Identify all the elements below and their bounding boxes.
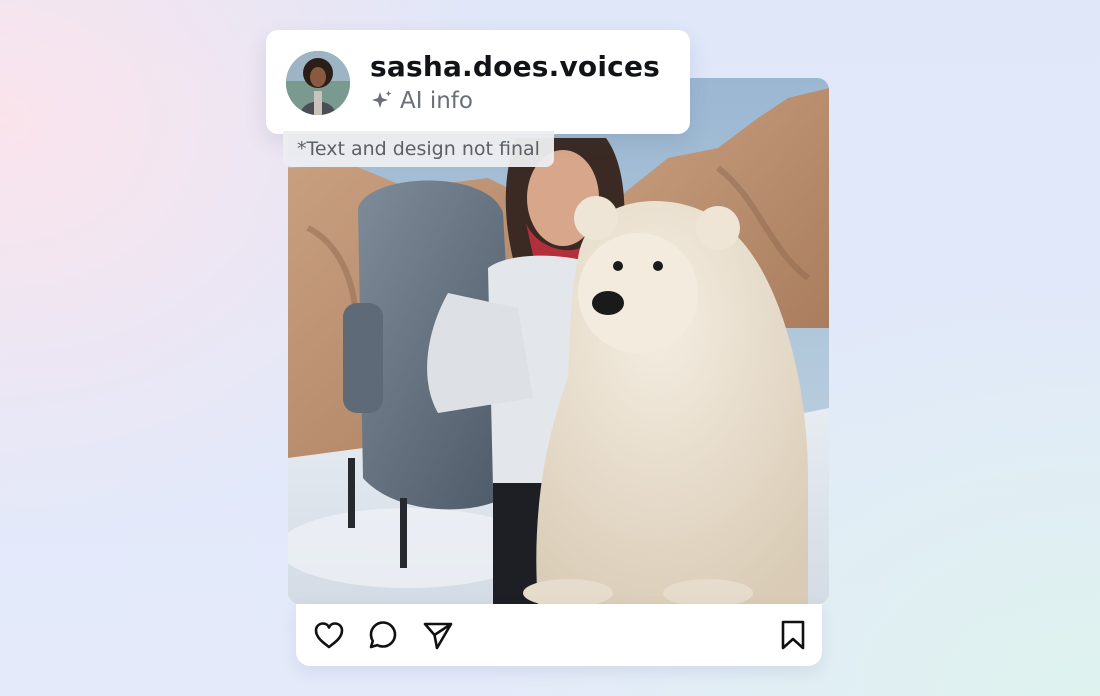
- disclaimer-tag: *Text and design not final: [283, 131, 554, 167]
- ai-info-link[interactable]: AI info: [370, 87, 473, 115]
- heart-icon[interactable]: [312, 618, 346, 652]
- profile-header-card: sasha.does.voices AI info: [266, 30, 690, 134]
- bookmark-icon[interactable]: [776, 618, 810, 652]
- post-action-bar: [296, 604, 822, 666]
- sparkle-icon: [372, 90, 392, 108]
- username[interactable]: sasha.does.voices: [370, 50, 660, 83]
- ai-info-label: AI info: [400, 88, 473, 114]
- send-icon[interactable]: [421, 618, 455, 652]
- comment-icon[interactable]: [366, 618, 400, 652]
- user-avatar[interactable]: [286, 51, 350, 115]
